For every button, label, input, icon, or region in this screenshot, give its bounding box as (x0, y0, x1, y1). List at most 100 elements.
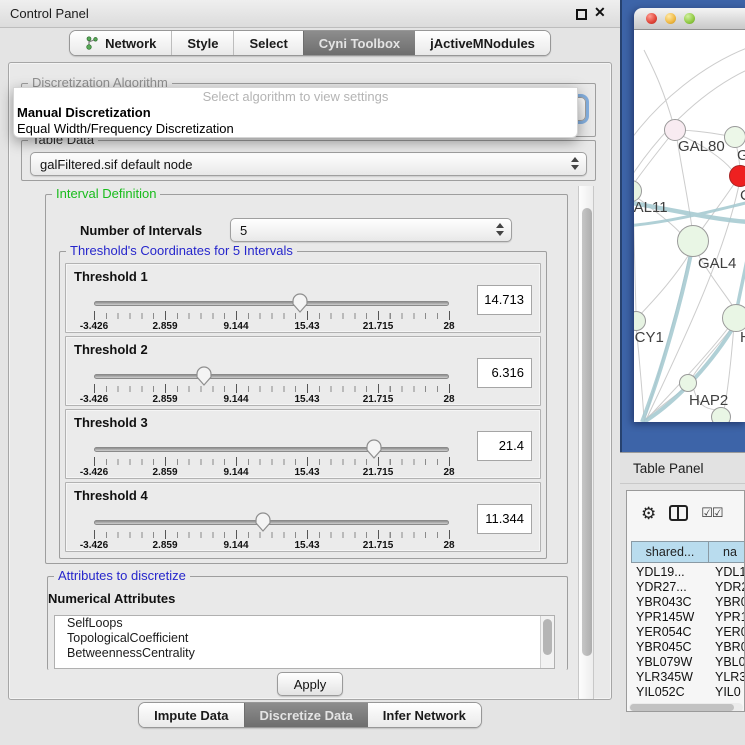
tab-network[interactable]: Network (70, 31, 171, 55)
slider-major-tick (307, 384, 308, 393)
top-tab-bar: NetworkStyleSelect Cyni Toolbox jActiveMNo… (0, 30, 620, 56)
threshold-slider[interactable]: -3.4262.8599.14415.4321.71528 (94, 296, 449, 332)
table-row[interactable]: YBR045CYBR0 (631, 640, 745, 655)
slider-tick-label: 9.144 (223, 321, 248, 332)
thresholds-group: Threshold's Coordinates for 5 Intervals … (59, 251, 547, 559)
table-row[interactable]: YLR345WYLR3 (631, 670, 745, 685)
network-window-titlebar[interactable] (634, 8, 745, 30)
slider-tick-label: 15.43 (294, 321, 319, 332)
threshold-slider[interactable]: -3.4262.8599.14415.4321.71528 (94, 442, 449, 478)
tab-infer-network[interactable]: Infer Network (368, 703, 481, 727)
select-columns-icon[interactable]: ☑☑ (701, 505, 722, 521)
network-icon (85, 36, 99, 50)
network-node[interactable] (724, 126, 745, 148)
column-layout-icon[interactable] (669, 505, 688, 521)
table-row[interactable]: YDL19...YDL1 (631, 565, 745, 580)
settings-gear-icon[interactable]: ⚙ (641, 505, 656, 522)
slider-thumb[interactable] (291, 293, 309, 314)
mac-minimize-icon[interactable] (665, 13, 676, 24)
slider-thumb[interactable] (195, 366, 213, 387)
group-label: Attributes to discretize (54, 568, 190, 583)
table-data-combobox[interactable]: galFiltered.sif default node (30, 152, 587, 176)
dropdown-option[interactable]: Equal Width/Frequency Discretization (14, 121, 577, 137)
mac-zoom-icon[interactable] (684, 13, 695, 24)
list-item[interactable]: TopologicalCoefficient (55, 631, 554, 646)
mac-close-icon[interactable] (646, 13, 657, 24)
network-node[interactable] (711, 407, 731, 422)
threshold-slider[interactable]: -3.4262.8599.14415.4321.71528 (94, 515, 449, 551)
control-panel: Control Panel ✕ NetworkStyleSelectCyni T… (0, 0, 620, 745)
apply-button[interactable]: Apply (277, 672, 343, 696)
node-label: GAL80 (678, 138, 725, 155)
slider-major-tick (307, 457, 308, 466)
table-cell: YDL19... (631, 565, 709, 580)
threshold-value-input[interactable]: 11.344 (477, 504, 532, 534)
dropdown-options: Manual DiscretizationEqual Width/Frequen… (14, 105, 577, 137)
table-cell: YBR045C (631, 640, 709, 655)
tab-discretize-data[interactable]: Discretize Data (244, 703, 368, 727)
close-icon[interactable]: ✕ (594, 4, 606, 21)
apply-label: Apply (294, 677, 327, 692)
list-item[interactable]: BetweennessCentrality (55, 646, 554, 661)
column-header[interactable]: na (709, 541, 745, 563)
num-intervals-combobox[interactable]: 5 (230, 218, 512, 242)
slider-track[interactable] (94, 301, 449, 306)
column-header[interactable]: shared... (631, 541, 709, 563)
vertical-scrollbar[interactable] (578, 186, 594, 699)
node-label: GA (737, 147, 745, 164)
slider-tick-label: 15.43 (294, 540, 319, 551)
network-canvas[interactable]: GAL80GACGAL11GAL4GCY1HHAP2 (634, 30, 745, 422)
threshold-value-input[interactable]: 6.316 (477, 358, 532, 388)
network-view-window: GAL80GACGAL11GAL4GCY1HHAP2 (634, 8, 745, 422)
tab-select[interactable]: Select (233, 31, 302, 55)
slider-tick-label: 15.43 (294, 467, 319, 478)
dropdown-option[interactable]: Manual Discretization (14, 105, 577, 121)
numerical-attributes-list[interactable]: SelfLoopsTopologicalCoefficientBetweenne… (54, 615, 555, 669)
table-cell: YBL079W (631, 655, 709, 670)
tab-cyni-toolbox[interactable]: Cyni Toolbox (303, 31, 415, 55)
scrollbar-thumb[interactable] (630, 704, 734, 711)
tab-label: Cyni Toolbox (319, 36, 400, 51)
slider-thumb[interactable] (254, 512, 272, 533)
table-cell: YLR345W (631, 670, 709, 685)
slider-track[interactable] (94, 447, 449, 452)
scrollbar-thumb[interactable] (582, 208, 592, 656)
threshold-value-input[interactable]: 14.713 (477, 285, 532, 315)
slider-major-tick (449, 311, 450, 320)
float-window-icon[interactable] (576, 9, 587, 20)
combo-stepper-icon[interactable] (571, 157, 579, 170)
table-row[interactable]: YPR145WYPR1 (631, 610, 745, 625)
tab-impute-data[interactable]: Impute Data (139, 703, 243, 727)
threshold-slider[interactable]: -3.4262.8599.14415.4321.71528 (94, 369, 449, 405)
list-item[interactable]: SelfLoops (55, 616, 554, 631)
table-row[interactable]: YER054CYER0 (631, 625, 745, 640)
table-cell: YPR1 (709, 610, 745, 625)
node-label: H (740, 329, 745, 346)
table-row[interactable]: YDR27...YDR2 (631, 580, 745, 595)
network-node[interactable] (679, 374, 697, 392)
network-node[interactable] (677, 225, 709, 257)
attributes-scrollbar[interactable] (540, 616, 554, 668)
tab-jactivemnodules[interactable]: jActiveMNodules (415, 31, 550, 55)
table-cell: YBR0 (709, 595, 745, 610)
table-row[interactable]: YBL079WYBL0 (631, 655, 745, 670)
slider-major-tick (449, 457, 450, 466)
network-node[interactable] (722, 304, 745, 332)
scrollbar-thumb[interactable] (543, 619, 552, 655)
slider-thumb[interactable] (365, 439, 383, 460)
table-panel-titlebar: Table Panel (620, 452, 745, 484)
threshold-value-input[interactable]: 21.4 (477, 431, 532, 461)
tab-style[interactable]: Style (171, 31, 233, 55)
node-label: GCY1 (634, 329, 664, 346)
network-node[interactable] (729, 165, 745, 187)
tab-label: jActiveMNodules (430, 36, 535, 51)
combo-stepper-icon[interactable] (496, 223, 504, 236)
threshold-row: Threshold 3-3.4262.8599.14415.4321.71528… (65, 409, 541, 479)
slider-track[interactable] (94, 374, 449, 379)
horizontal-scrollbar[interactable] (629, 703, 743, 712)
table-row[interactable]: YIL052CYIL0 (631, 685, 745, 700)
table-row[interactable]: YBR043CYBR0 (631, 595, 745, 610)
group-label: Threshold's Coordinates for 5 Intervals (66, 243, 297, 258)
slider-tick-label: 28 (443, 540, 454, 551)
slider-major-tick (165, 384, 166, 393)
